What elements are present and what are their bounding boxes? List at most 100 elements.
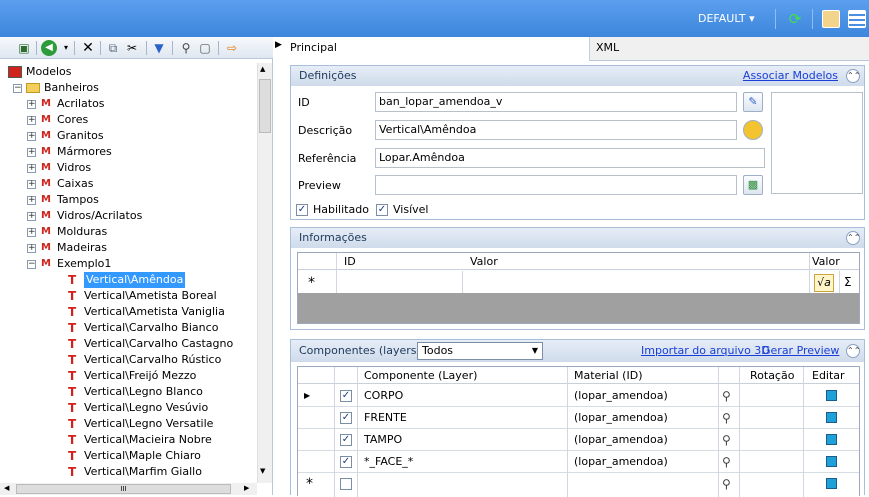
find-material-icon[interactable]: ⚲ [722,433,731,447]
layer-enabled-checkbox[interactable] [340,478,352,490]
id-generate-button[interactable]: ✎ [743,92,763,112]
pane-splitter-icon[interactable]: ▶ [275,40,282,50]
model-group-icon: M [41,210,51,221]
formula-button[interactable]: √a [814,274,834,292]
layer-name-cell[interactable]: CORPO [360,385,403,407]
descricao-field[interactable]: Vertical\Amêndoa [375,120,737,140]
collapse-definicoes-icon[interactable]: ⌃⌃ [846,69,860,83]
refresh-icon[interactable]: ⟳ [786,10,804,28]
scroll-right-icon[interactable]: ▶ [244,484,249,492]
material-cell[interactable]: (lopar_amendoa) [570,407,668,429]
layer-name-cell[interactable]: *_FACE_* [360,451,413,473]
material-cell[interactable]: (lopar_amendoa) [570,385,668,407]
scroll-down-icon[interactable]: ▼ [260,467,265,475]
profile-dropdown[interactable]: DEFAULT ▾ [698,12,755,25]
table-row[interactable]: ✓ TAMPO (lopar_amendoa) ⚲ [298,429,859,451]
importar-3d-link[interactable]: Importar do arquivo 3D [641,340,770,362]
tab-xml[interactable]: XML [590,37,869,61]
delete-icon[interactable]: ✕ [80,40,96,56]
table-row[interactable]: ▶ ✓ CORPO (lopar_amendoa) ⚲ [298,385,859,407]
tree-group-label: Granitos [57,129,104,142]
sum-icon[interactable]: Σ [844,275,852,289]
habilitado-checkbox[interactable]: ✓ [296,204,308,216]
collapse-icon[interactable]: − [13,84,22,93]
layer-enabled-checkbox[interactable]: ✓ [340,434,352,446]
find-material-icon[interactable]: ⚲ [722,455,731,469]
layer-enabled-checkbox[interactable]: ✓ [340,412,352,424]
layer-enabled-checkbox[interactable]: ✓ [340,390,352,402]
model-group-icon: M [41,226,51,237]
expand-icon[interactable]: + [27,100,36,109]
scroll-left-icon[interactable]: ◀ [4,484,9,492]
material-cell[interactable]: (lopar_amendoa) [570,451,668,473]
expand-icon[interactable]: + [27,228,36,237]
expand-icon[interactable]: + [27,196,36,205]
collapse-componentes-icon[interactable]: ⌃⌃ [846,344,860,358]
move-icon[interactable]: ▼ [151,40,167,56]
table-row[interactable]: ✓ *_FACE_* (lopar_amendoa) ⚲ [298,451,859,473]
hscroll-thumb[interactable]: III [16,484,231,494]
back-dropdown-icon[interactable]: ▾ [58,40,74,56]
page-icon[interactable]: ▢ [197,40,213,56]
visivel-checkbox[interactable]: ✓ [376,204,388,216]
preview-image-button[interactable]: ▩ [743,175,763,195]
id-label: ID [298,96,310,109]
scroll-thumb[interactable] [259,79,271,133]
find-material-icon[interactable]: ⚲ [722,389,731,403]
find-material-icon[interactable]: ⚲ [722,477,731,491]
descricao-translate-button[interactable] [743,120,763,140]
expand-icon[interactable]: + [27,132,36,141]
table-row[interactable]: ✓ FRENTE (lopar_amendoa) ⚲ [298,407,859,429]
tree-group-label: Caixas [57,177,94,190]
associar-modelos-link[interactable]: Associar Modelos [743,66,838,86]
referencia-field[interactable]: Lopar.Amêndoa [375,148,765,168]
edit-layer-icon[interactable] [826,478,837,489]
cut-icon[interactable]: ✂ [124,40,140,56]
expand-icon[interactable]: + [27,180,36,189]
find-material-icon[interactable]: ⚲ [722,411,731,425]
tree-vertical-scrollbar[interactable]: ▲ ▼ [257,63,272,483]
expand-icon[interactable]: + [27,164,36,173]
referencia-label: Referência [298,152,357,165]
collapse-informacoes-icon[interactable]: ⌃⌃ [846,231,860,245]
expand-icon[interactable]: + [27,148,36,157]
col-editar: Editar [812,369,845,382]
layer-enabled-checkbox[interactable]: ✓ [340,456,352,468]
back-icon[interactable]: ◀ [41,40,57,56]
gerar-preview-link[interactable]: Gerar Preview [762,340,839,362]
layer-name-cell[interactable]: TAMPO [360,429,402,451]
new-table-row[interactable]: * ⚲ [298,473,859,495]
componentes-grid: Componente (Layer) Material (ID) Rotação… [297,366,860,497]
id-field[interactable]: ban_lopar_amendoa_v [375,92,737,112]
tree-toolbar: ▣ ◀ ▾ ✕ ⧉ ✂ ▼ ⚲ ▢ ⇨ [0,37,273,59]
material-cell[interactable]: (lopar_amendoa) [570,429,668,451]
model-group-icon: M [41,258,51,269]
tab-principal[interactable]: Principal [284,37,590,61]
tree-horizontal-scrollbar[interactable]: ◀ III ▶ [0,483,257,495]
layer-name-cell[interactable]: FRENTE [360,407,407,429]
expand-icon[interactable]: + [27,212,36,221]
componentes-grid-header: Componente (Layer) Material (ID) Rotação… [298,367,859,384]
edit-layer-icon[interactable] [826,412,837,423]
export-icon[interactable]: ⇨ [224,40,240,56]
find-icon[interactable]: ⚲ [178,40,194,56]
save-icon[interactable]: ▣ [16,40,32,56]
settings-icon[interactable] [822,10,840,28]
preview-field[interactable] [375,175,737,195]
edit-layer-icon[interactable] [826,390,837,401]
edit-layer-icon[interactable] [826,434,837,445]
collapse-icon[interactable]: − [27,260,36,269]
col-componente: Componente (Layer) [364,369,478,382]
expand-icon[interactable]: + [27,244,36,253]
expand-icon[interactable]: + [27,116,36,125]
tree-leaf-label: Vertical\Legno Blanco [84,385,203,398]
definicoes-panel: Definições Associar Modelos ⌃⌃ ID ban_lo… [290,65,865,220]
layer-filter-select[interactable]: Todos ▼ [417,342,543,360]
scroll-up-icon[interactable]: ▲ [260,65,265,73]
layout-icon[interactable] [848,10,866,28]
copy-icon[interactable]: ⧉ [105,40,121,56]
edit-layer-icon[interactable] [826,456,837,467]
chevron-down-icon: ▼ [531,346,538,355]
texture-icon: T [68,417,77,431]
preview-label: Preview [298,179,341,192]
